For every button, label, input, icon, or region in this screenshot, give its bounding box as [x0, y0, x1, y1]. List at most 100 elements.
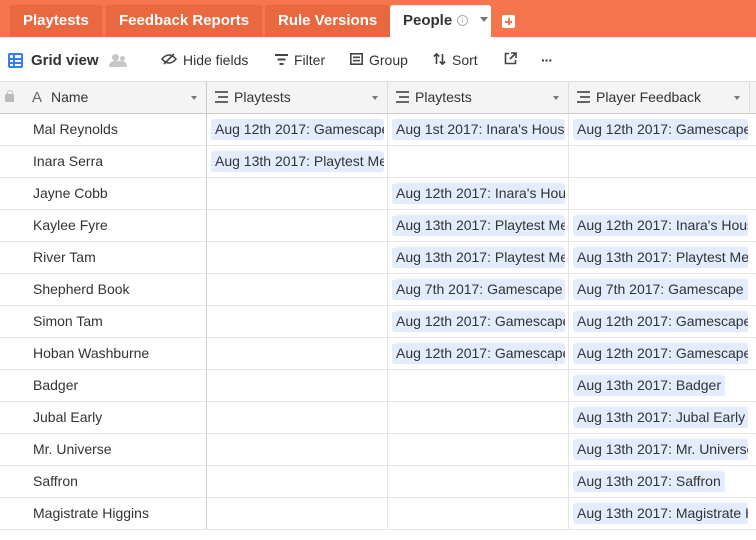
linked-record-chip[interactable]: Aug 13th 2017: Playtest Meetup: [573, 247, 748, 268]
linked-record-chip[interactable]: Aug 12th 2017: Gamescape: [573, 311, 748, 332]
linked-record-cell[interactable]: Aug 13th 2017: Mr. Universe: [569, 434, 756, 465]
linked-record-cell[interactable]: Aug 7th 2017: Gamescape (: [388, 274, 569, 305]
group-button[interactable]: Group: [350, 37, 408, 82]
table-row[interactable]: Jubal Early Aug 13th 2017: Jubal Early: [0, 402, 756, 434]
linked-record-cell[interactable]: [207, 338, 388, 369]
linked-record-chip[interactable]: Aug 13th 2017: Magistrate Higgins: [573, 503, 748, 524]
tab-people[interactable]: People i: [390, 5, 491, 37]
column-header-playtests-2[interactable]: Playtests: [388, 82, 569, 114]
name-cell[interactable]: Shepherd Book: [0, 274, 207, 305]
name-cell[interactable]: Saffron: [0, 466, 207, 497]
table-row[interactable]: River Tam Aug 13th 2017: Playtest Meetup A…: [0, 242, 756, 274]
name-cell[interactable]: Jubal Early: [0, 402, 207, 433]
linked-record-cell[interactable]: Aug 13th 2017: Playtest Meetup: [569, 242, 756, 273]
column-header-player-feedback[interactable]: Player Feedback: [569, 82, 750, 114]
share-view-button[interactable]: [504, 37, 523, 82]
linked-record-chip[interactable]: Aug 13th 2017: Saffron: [573, 471, 725, 492]
table-row[interactable]: Badger Aug 13th 2017: Badger: [0, 370, 756, 402]
linked-record-cell[interactable]: [207, 434, 388, 465]
column-header-name[interactable]: A Name: [0, 82, 207, 114]
linked-record-cell[interactable]: [569, 146, 756, 177]
linked-record-chip[interactable]: Aug 13th 2017: Mr. Universe: [573, 439, 748, 460]
linked-record-chip[interactable]: Aug 12th 2017: Gamescape: [573, 119, 748, 140]
name-cell[interactable]: Kaylee Fyre: [0, 210, 207, 241]
filter-button[interactable]: Filter: [275, 37, 325, 82]
linked-record-chip[interactable]: Aug 13th 2017: Playtest Meetup: [392, 247, 565, 268]
table-row[interactable]: Mr. Universe Aug 13th 2017: Mr. Universe: [0, 434, 756, 466]
linked-record-chip[interactable]: Aug 7th 2017: Gamescape (: [573, 279, 748, 300]
hide-fields-button[interactable]: Hide fields: [160, 37, 248, 82]
linked-record-chip[interactable]: Aug 12th 2017: Inara's House: [392, 183, 565, 204]
sort-button[interactable]: Sort: [433, 37, 478, 82]
table-row[interactable]: Hoban Washburne Aug 12th 2017: Gamescape A…: [0, 338, 756, 370]
chevron-down-icon[interactable]: [480, 17, 489, 22]
linked-record-cell[interactable]: [207, 402, 388, 433]
view-switcher[interactable]: Grid view: [8, 37, 127, 82]
name-cell[interactable]: Mr. Universe: [0, 434, 207, 465]
linked-record-cell[interactable]: [207, 466, 388, 497]
linked-record-chip[interactable]: Aug 13th 2017: Jubal Early: [573, 407, 748, 428]
table-row[interactable]: Magistrate Higgins Aug 13th 2017: Magistr…: [0, 498, 756, 530]
linked-record-cell[interactable]: Aug 13th 2017: Playtest Meetup: [388, 242, 569, 273]
linked-record-cell[interactable]: [207, 306, 388, 337]
table-row[interactable]: Shepherd Book Aug 7th 2017: Gamescape ( Au…: [0, 274, 756, 306]
linked-record-cell[interactable]: [569, 178, 756, 209]
chevron-down-icon[interactable]: [372, 96, 378, 100]
linked-record-cell[interactable]: [388, 370, 569, 401]
linked-record-cell[interactable]: Aug 12th 2017: Gamescape: [207, 114, 388, 145]
linked-record-chip[interactable]: Aug 12th 2017: Gamescape: [392, 343, 565, 364]
linked-record-cell[interactable]: [207, 178, 388, 209]
linked-record-chip[interactable]: Aug 12th 2017: Gamescape: [211, 119, 384, 140]
linked-record-cell[interactable]: Aug 12th 2017: Inara's House: [569, 210, 756, 241]
tab-rule-versions[interactable]: Rule Versions: [265, 5, 391, 37]
linked-record-cell[interactable]: Aug 12th 2017: Inara's House: [388, 178, 569, 209]
tab-playtests[interactable]: Playtests: [10, 5, 102, 37]
linked-record-cell[interactable]: [207, 242, 388, 273]
info-icon[interactable]: i: [457, 15, 469, 26]
linked-record-chip[interactable]: Aug 7th 2017: Gamescape (: [392, 279, 565, 300]
linked-record-cell[interactable]: Aug 13th 2017: Playtest Meetup: [388, 210, 569, 241]
name-cell[interactable]: Simon Tam: [0, 306, 207, 337]
more-options-button[interactable]: ···: [541, 37, 553, 82]
table-row[interactable]: Saffron Aug 13th 2017: Saffron: [0, 466, 756, 498]
table-row[interactable]: Kaylee Fyre Aug 13th 2017: Playtest Meetu…: [0, 210, 756, 242]
linked-record-chip[interactable]: Aug 12th 2017: Gamescape: [573, 343, 748, 364]
linked-record-cell[interactable]: Aug 12th 2017: Gamescape: [388, 306, 569, 337]
linked-record-cell[interactable]: [388, 498, 569, 529]
name-cell[interactable]: Badger: [0, 370, 207, 401]
linked-record-cell[interactable]: [207, 210, 388, 241]
name-cell[interactable]: River Tam: [0, 242, 207, 273]
name-cell[interactable]: Hoban Washburne: [0, 338, 207, 369]
table-row[interactable]: Mal Reynolds Aug 12th 2017: Gamescape Aug …: [0, 114, 756, 146]
linked-record-cell[interactable]: Aug 12th 2017: Gamescape: [569, 114, 756, 145]
linked-record-cell[interactable]: Aug 13th 2017: Magistrate Higgins: [569, 498, 756, 529]
chevron-down-icon[interactable]: [191, 96, 197, 100]
table-row[interactable]: Simon Tam Aug 12th 2017: Gamescape Aug 12t…: [0, 306, 756, 338]
add-table-button[interactable]: [502, 15, 515, 28]
linked-record-cell[interactable]: Aug 12th 2017: Gamescape: [388, 338, 569, 369]
tab-feedback-reports[interactable]: Feedback Reports: [106, 5, 263, 37]
name-cell[interactable]: Jayne Cobb: [0, 178, 207, 209]
linked-record-cell[interactable]: Aug 13th 2017: Jubal Early: [569, 402, 756, 433]
linked-record-cell[interactable]: Aug 7th 2017: Gamescape (: [569, 274, 756, 305]
table-row[interactable]: Inara SerraAug 13th 2017: Playtest Meetu…: [0, 146, 756, 178]
chevron-down-icon[interactable]: [734, 96, 740, 100]
linked-record-chip[interactable]: Aug 13th 2017: Badger: [573, 375, 726, 396]
linked-record-chip[interactable]: Aug 13th 2017: Playtest Meetup: [392, 215, 565, 236]
name-cell[interactable]: Inara Serra: [0, 146, 207, 177]
linked-record-cell[interactable]: Aug 13th 2017: Saffron: [569, 466, 756, 497]
linked-record-chip[interactable]: Aug 12th 2017: Inara's House: [573, 215, 748, 236]
linked-record-cell[interactable]: [207, 498, 388, 529]
column-header-playtests[interactable]: Playtests: [207, 82, 388, 114]
chevron-down-icon[interactable]: [553, 96, 559, 100]
linked-record-cell[interactable]: [388, 146, 569, 177]
linked-record-cell[interactable]: [207, 274, 388, 305]
linked-record-cell[interactable]: Aug 12th 2017: Gamescape: [569, 338, 756, 369]
linked-record-cell[interactable]: [207, 370, 388, 401]
name-cell[interactable]: Mal Reynolds: [0, 114, 207, 145]
table-row[interactable]: Jayne Cobb Aug 12th 2017: Inara's House: [0, 178, 756, 210]
linked-record-chip[interactable]: Aug 13th 2017: Playtest Meetup: [211, 151, 384, 172]
linked-record-cell[interactable]: Aug 13th 2017: Badger: [569, 370, 756, 401]
linked-record-cell[interactable]: [388, 434, 569, 465]
linked-record-chip[interactable]: Aug 1st 2017: Inara's House: [392, 119, 565, 140]
